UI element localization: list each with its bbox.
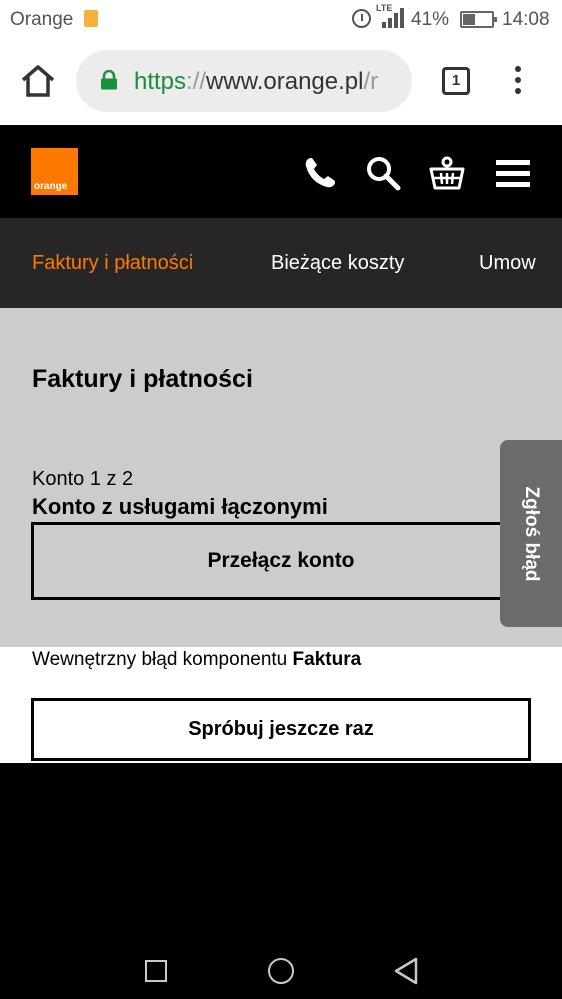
tab-faktury-i-platnosci[interactable]: Faktury i płatności: [32, 252, 193, 275]
tab-switcher-button[interactable]: 1: [442, 67, 470, 95]
logo-text: orange: [34, 181, 68, 192]
address-bar[interactable]: https://www.orange.pl/r: [76, 50, 412, 112]
orange-logo[interactable]: orange: [31, 148, 78, 195]
lock-icon: [101, 70, 117, 90]
browser-toolbar: https://www.orange.pl/r 1: [0, 40, 562, 125]
error-panel: Wewnętrzny błąd komponentu Faktura Sprób…: [0, 647, 562, 763]
overflow-menu-icon[interactable]: [512, 66, 524, 98]
section-tabs: Faktury i płatności Bieżące koszty Umow: [0, 218, 562, 308]
status-bar: Orange LTE 41% 14:08: [0, 0, 562, 40]
tab-umowy[interactable]: Umow: [479, 252, 536, 275]
account-panel: Faktury i płatności Konto 1 z 2 Konto z …: [0, 308, 562, 647]
carrier-name: Orange: [10, 9, 74, 30]
error-message: Wewnętrzny błąd komponentu Faktura: [32, 649, 362, 670]
recent-apps-icon[interactable]: [145, 960, 167, 982]
switch-account-button[interactable]: Przełącz konto: [31, 522, 531, 600]
search-icon[interactable]: [365, 155, 401, 191]
basket-icon[interactable]: [429, 155, 465, 191]
site-header: orange: [0, 125, 562, 218]
report-bug-tab[interactable]: Zgłoś błąd: [500, 440, 562, 627]
tab-biezace-koszty[interactable]: Bieżące koszty: [271, 252, 404, 275]
alarm-icon: [352, 9, 371, 28]
system-nav-bar: [0, 930, 562, 999]
url-text[interactable]: https://www.orange.pl/r: [134, 68, 378, 96]
sim-icon: [84, 10, 98, 27]
signal-icon: [382, 8, 404, 28]
home-icon[interactable]: [20, 64, 56, 98]
battery-icon: [460, 11, 497, 28]
account-index: Konto 1 z 2: [32, 468, 134, 490]
account-name: Konto z usługami łączonymi: [32, 494, 328, 519]
battery-percent: 41%: [411, 9, 450, 30]
phone-icon[interactable]: [302, 155, 338, 191]
home-button-icon[interactable]: [268, 958, 294, 984]
clock: 14:08: [502, 9, 550, 30]
error-component: Faktura: [292, 649, 362, 670]
retry-button[interactable]: Spróbuj jeszcze raz: [31, 698, 531, 761]
hamburger-menu-icon[interactable]: [495, 155, 531, 191]
page-title: Faktury i płatności: [32, 365, 253, 393]
back-icon[interactable]: [393, 957, 419, 985]
report-bug-label: Zgłoś błąd: [521, 486, 542, 581]
